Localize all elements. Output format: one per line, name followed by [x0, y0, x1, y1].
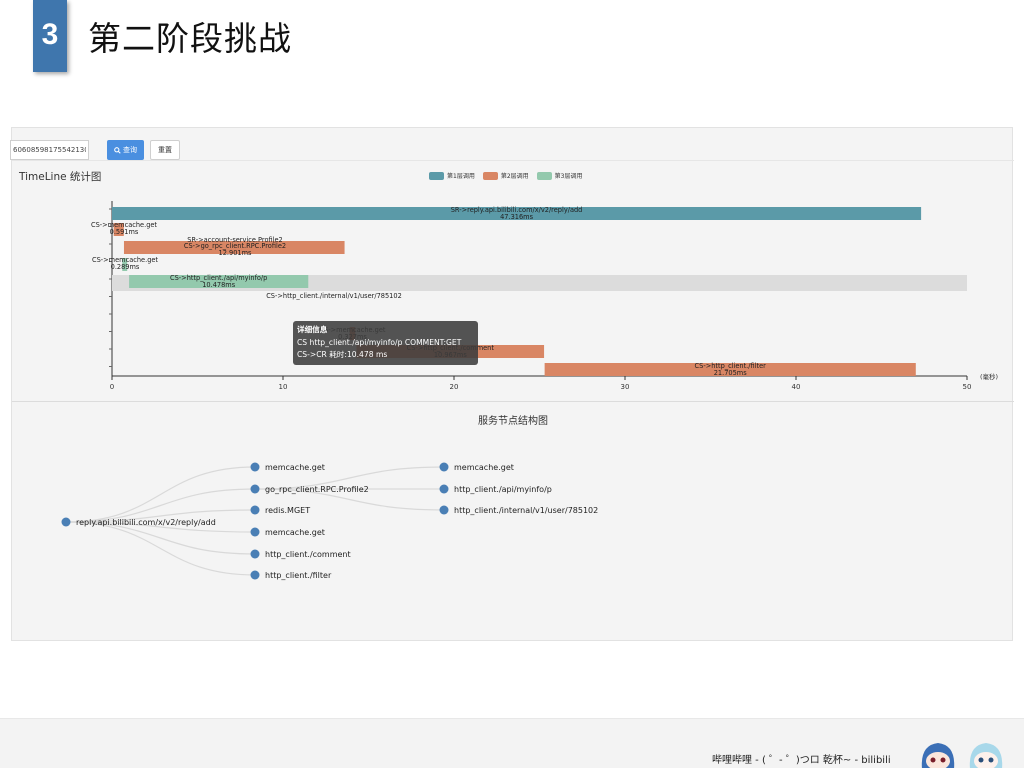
- tree-label-l1-4: http_client./comment: [265, 550, 351, 559]
- span-duration-1: 0.591ms: [110, 228, 139, 236]
- tree-node-l1-0[interactable]: [250, 462, 260, 472]
- tree-label-l1-2: redis.MGET: [265, 506, 310, 515]
- x-tick-label-3: 30: [621, 383, 630, 391]
- tree-node-l1-1[interactable]: [250, 484, 260, 494]
- mascot-33-icon: [969, 743, 1003, 768]
- span-duration-4: 0.289ms: [111, 263, 140, 271]
- x-tick-label-0: 0: [110, 383, 114, 391]
- reset-button[interactable]: 重置: [150, 140, 180, 160]
- tree-label-l2-2: http_client./internal/v1/user/785102: [454, 506, 598, 515]
- tree-node-l2-0[interactable]: [439, 462, 449, 472]
- search-icon: [114, 146, 121, 154]
- timeline-plot: (毫秒) 0 10 20 30 40 50SR->reply.api.bilibili.c…: [91, 201, 998, 391]
- x-tick-label-4: 40: [792, 383, 801, 391]
- tooltip-line2: CS->CR 耗时:10.478 ms: [297, 350, 388, 359]
- query-button[interactable]: 查询: [107, 140, 144, 160]
- trace-screenshot-panel: 查询 重置 TimeLine 统计图 第1层调用 第2层调用 第3层调用: [10, 127, 1014, 641]
- tree-label-l1-0: memcache.get: [265, 463, 325, 472]
- service-tree: reply.api.bilibili.com/x/v2/reply/add mem…: [61, 462, 598, 580]
- tree-node-l1-5[interactable]: [250, 570, 260, 580]
- tooltip-title: 详细信息: [297, 325, 328, 334]
- slide: 3 第二阶段挑战 查询 重置 TimeLine 统计图 第1层调用 第2层调用: [0, 0, 1024, 768]
- footer: 哔哩哔哩 - ( ゜- ゜)つロ 乾杯~ - bilibili: [0, 718, 1024, 768]
- tree-node-l2-2[interactable]: [439, 505, 449, 515]
- tree-label-root: reply.api.bilibili.com/x/v2/reply/add: [76, 518, 216, 527]
- tree-label-l2-0: memcache.get: [454, 463, 514, 472]
- x-axis-unit: (毫秒): [980, 372, 998, 381]
- section-number: 3: [41, 18, 59, 51]
- query-button-label: 查询: [123, 146, 137, 154]
- section-number-badge: 3: [33, 0, 67, 72]
- span-detail-tooltip: 详细信息 CS http_client./api/myinfo/p COMMEN…: [293, 321, 478, 365]
- search-toolbar: 查询 重置: [10, 128, 1014, 161]
- x-tick-label-2: 20: [450, 383, 459, 391]
- timeline-chart: TimeLine 统计图 第1层调用 第2层调用 第3层调用 (毫秒) 0 10…: [12, 161, 1014, 402]
- tree-link-root-0: [65, 466, 256, 523]
- span-duration-0: 47.316ms: [500, 213, 533, 221]
- span-duration-5: 10.478ms: [202, 281, 235, 289]
- tree-node-l2-1[interactable]: [439, 484, 449, 494]
- span-duration-9: 21.705ms: [714, 369, 747, 377]
- mascot-22-icon: [921, 743, 955, 768]
- tree-label-l1-3: memcache.get: [265, 528, 325, 537]
- tree-label-l1-5: http_client./filter: [265, 571, 332, 580]
- tree-node-l1-2[interactable]: [250, 505, 260, 515]
- span-duration-3: 12.901ms: [219, 249, 252, 257]
- tree-node-l1-4[interactable]: [250, 549, 260, 559]
- trace-id-input[interactable]: [10, 140, 89, 160]
- footer-text: 哔哩哔哩 - ( ゜- ゜)つロ 乾杯~ - bilibili: [712, 755, 891, 766]
- span-name-6: CS->http_client./internal/v1/user/785102: [266, 292, 402, 300]
- tooltip-line1: CS http_client./api/myinfo/p COMMENT:GET: [297, 337, 462, 347]
- x-tick-label-5: 50: [963, 383, 972, 391]
- tree-link-root-5: [65, 521, 256, 576]
- tree-label-l1-1: go_rpc_client.RPC.Profile2: [265, 485, 369, 494]
- x-tick-label-1: 10: [279, 383, 288, 391]
- tree-node-l1-3[interactable]: [250, 527, 260, 537]
- tree-label-l2-1: http_client./api/myinfo/p: [454, 485, 552, 494]
- slide-title: 第二阶段挑战: [88, 19, 292, 58]
- tree-node-root[interactable]: [61, 517, 71, 527]
- service-structure-chart: 服务节点结构图 reply.api.bilibili.com/x/v2/repl…: [12, 403, 1014, 641]
